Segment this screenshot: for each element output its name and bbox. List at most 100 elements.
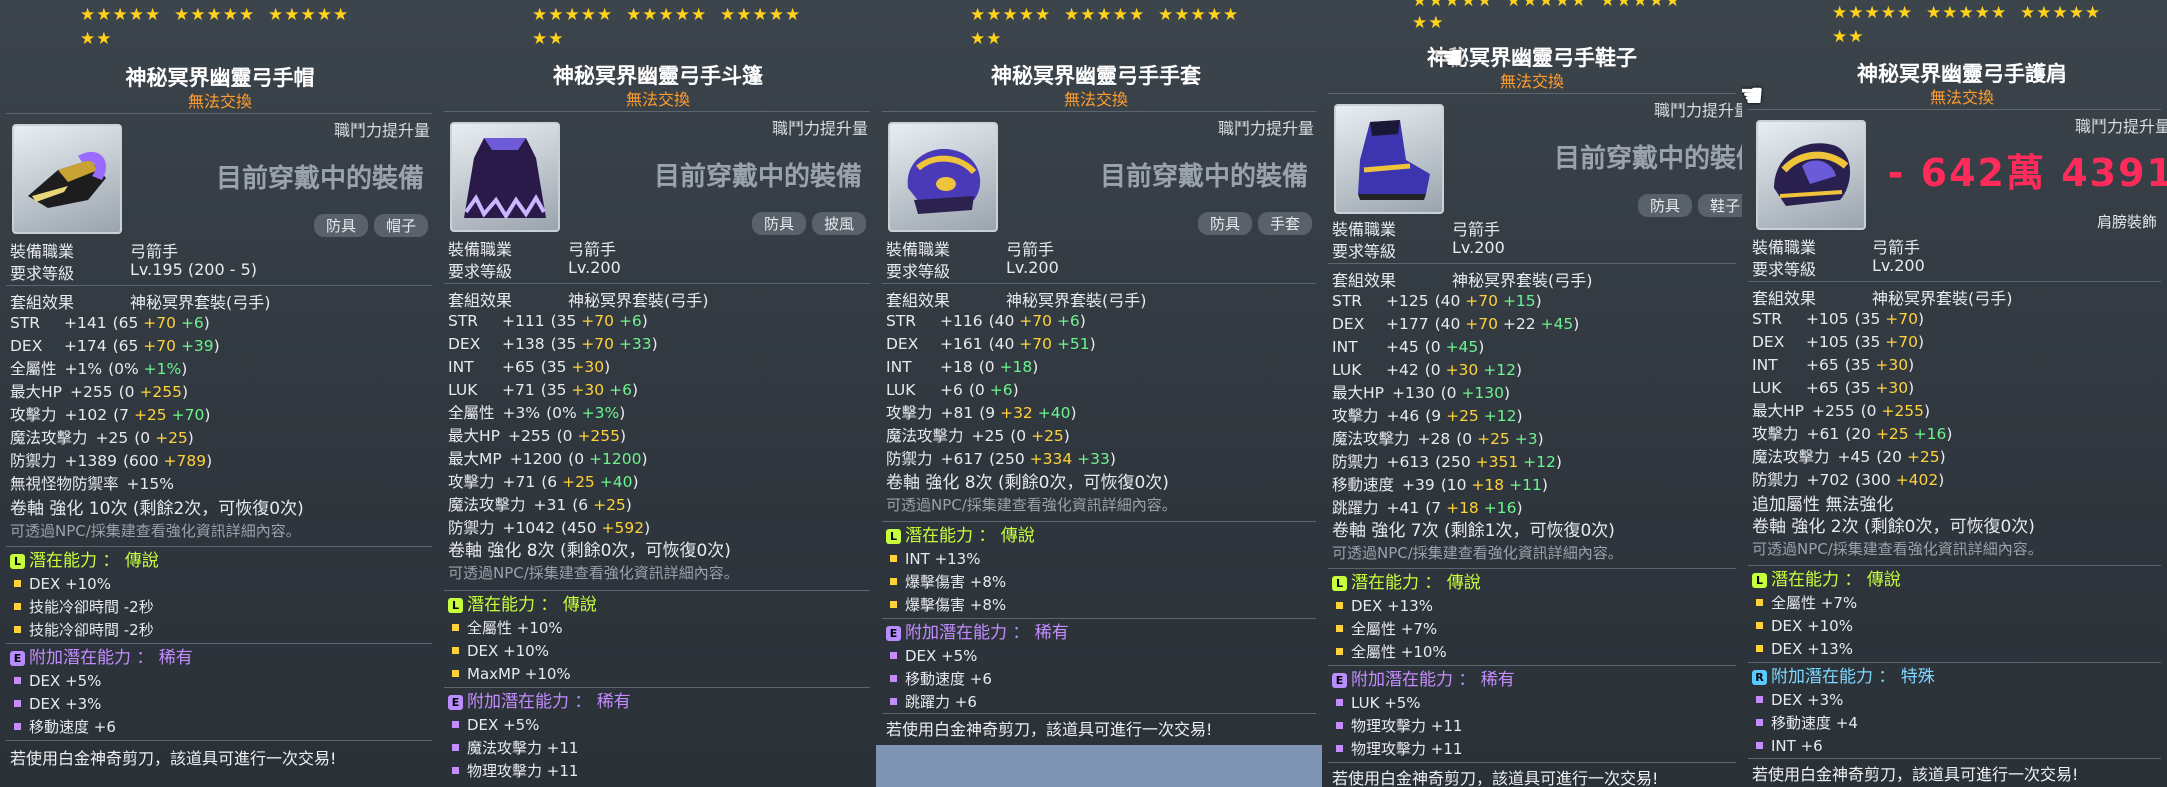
stat-starforce: +3 bbox=[1514, 430, 1538, 448]
untradable-label: 無法交換 bbox=[1499, 72, 1564, 91]
level-row: 要求等級 Lv.200 bbox=[1752, 256, 1925, 279]
stat-starforce: +51 bbox=[1056, 335, 1090, 353]
bullet-icon bbox=[1336, 648, 1343, 655]
stat-total: +161 bbox=[940, 335, 983, 353]
potential-text: DEX +5% bbox=[29, 672, 102, 690]
bonus-potential-header: R 附加潛在能力 ： 特殊 bbox=[1752, 666, 2159, 689]
stat-total: +105 bbox=[1806, 333, 1849, 351]
stat-row: 魔法攻擊力 +28 (0 +25 +3) bbox=[1332, 428, 1734, 451]
bullet-icon bbox=[1336, 699, 1343, 706]
stat-row: 最大HP +130 (0 +130) bbox=[1332, 382, 1734, 405]
stat-close: ) bbox=[1918, 333, 1925, 351]
bonus-potential-line: LUK +5% bbox=[1332, 692, 1734, 715]
bonus-potential-line: DEX +3% bbox=[10, 693, 430, 716]
currently-equipped-label: 目前穿戴中的裝備 bbox=[1553, 144, 1743, 174]
stat-name: 魔法攻擊力 bbox=[448, 496, 526, 514]
stat-close: ) bbox=[204, 406, 211, 424]
potential-text: 物理攻擊力 +11 bbox=[1351, 717, 1463, 735]
combat-power-label: 職鬥力提升量 bbox=[333, 121, 430, 140]
stat-flame: +25 bbox=[1906, 448, 1940, 466]
bonus-potential-lines: DEX +5% 魔法攻擊力 +11 物理攻擊力 +11 bbox=[448, 714, 868, 783]
stat-starforce: +1200 bbox=[589, 450, 642, 468]
stat-starforce: +39 bbox=[180, 337, 214, 355]
stat-starforce: +40 bbox=[599, 473, 633, 491]
bullet-icon bbox=[1756, 719, 1763, 726]
stat-total: +15% bbox=[126, 475, 174, 493]
stat-name: 移動速度 bbox=[1332, 476, 1395, 494]
stat-total: +18 bbox=[940, 358, 973, 376]
star-force-row: ★★★★★ ★★★★★ ★★★★★ bbox=[80, 5, 350, 25]
bullet-icon bbox=[1756, 696, 1763, 703]
npc-hint: 可透過NPC/採集建查看強化資訊詳細內容。 bbox=[1752, 540, 2043, 558]
potential-text: 技能冷卻時間 -2秒 bbox=[29, 598, 154, 616]
stat-flame: +70 bbox=[1885, 333, 1918, 351]
stat-base: (0 bbox=[1010, 427, 1032, 445]
potential-lines: 全屬性 +7% DEX +10% DEX +13% bbox=[1752, 592, 2159, 661]
bonus-potential-line: 物理攻擊力 +11 bbox=[1332, 715, 1734, 738]
stat-total: +702 bbox=[1806, 471, 1850, 489]
stat-starforce: +16 bbox=[1913, 425, 1947, 443]
stat-base: (7 bbox=[1425, 499, 1447, 517]
divider bbox=[1748, 662, 2161, 663]
tag-slot: 鞋子 bbox=[1697, 194, 1742, 217]
scroll-upgrade: 卷軸 強化 7次 (剩餘1次，可恢復0次) bbox=[1332, 521, 1615, 541]
stat-starforce: +40 bbox=[1037, 404, 1071, 422]
bonus-potential-line: 移動速度 +6 bbox=[10, 716, 430, 739]
tooltip-cape: ★★★★★ ★★★★★ ★★★★★ ★★ 神秘冥界幽靈弓手斗篷 無法交換 職鬥力… bbox=[438, 0, 877, 787]
stat-total: +42 bbox=[1386, 361, 1419, 379]
stat-name: STR bbox=[1752, 310, 1783, 328]
scroll-upgrade: 卷軸 強化 10次 (剩餘2次，可恢復0次) bbox=[10, 499, 304, 519]
category-tags: 防具 手套 bbox=[1197, 212, 1312, 235]
platinum-scissors-note: 若使用白金神奇剪刀，該道具可進行一次交易! bbox=[1332, 769, 1659, 787]
potential-text: 物理攻擊力 +11 bbox=[467, 762, 579, 780]
stat-flame: +70 bbox=[581, 335, 614, 353]
potential-line: DEX +10% bbox=[1752, 615, 2159, 638]
job-row: 裝備職業 弓箭手 bbox=[1332, 220, 1501, 239]
tooltip-gloves: ★★★★★ ★★★★★ ★★★★★ ★★ 神秘冥界幽靈弓手手套 無法交換 職鬥力… bbox=[876, 0, 1323, 787]
stat-name: STR bbox=[10, 314, 41, 332]
tooltip-hat: ★★★★★ ★★★★★ ★★★★★ ★★ 神秘冥界幽靈弓手帽 無法交換 職鬥力提… bbox=[0, 0, 439, 787]
stat-row: 魔法攻擊力 +31 (6 +25) bbox=[448, 494, 868, 517]
stat-base: (300 bbox=[1855, 471, 1896, 489]
stat-total: +31 bbox=[533, 496, 567, 514]
set-row: 套組效果 神秘冥界套裝(弓手) bbox=[1332, 271, 1593, 290]
stat-name: 攻擊力 bbox=[1332, 407, 1379, 425]
currently-equipped-label: 目前穿戴中的裝備 bbox=[1099, 162, 1308, 192]
stat-base: (0 bbox=[134, 429, 156, 447]
tag-armor: 防具 bbox=[751, 212, 806, 235]
stat-name: INT bbox=[1332, 338, 1358, 356]
stat-close: ) bbox=[1908, 356, 1915, 374]
stat-name: DEX bbox=[1752, 333, 1785, 351]
stat-flame: +70 bbox=[143, 337, 176, 355]
divider bbox=[882, 713, 1316, 714]
potential-line: 爆擊傷害 +8% bbox=[886, 571, 1314, 594]
stat-close: ) bbox=[1918, 310, 1925, 328]
stat-flame: +25 bbox=[1875, 425, 1909, 443]
stat-row: 防禦力 +702 (300 +402) bbox=[1752, 469, 2159, 492]
potential-text: DEX +10% bbox=[29, 575, 111, 593]
stat-base: (0% bbox=[108, 360, 144, 378]
stat-starforce: +6 bbox=[618, 312, 642, 330]
stat-close: ) bbox=[1515, 361, 1522, 379]
set-row: 套組效果 神秘冥界套裝(弓手) bbox=[448, 291, 709, 310]
stat-flame: +70 bbox=[581, 312, 614, 330]
damage-number: - 642萬 4391 bbox=[1887, 151, 2167, 195]
potential-line: DEX +10% bbox=[448, 640, 868, 663]
stat-name: 全屬性 bbox=[10, 360, 57, 378]
stat-close: ) bbox=[1573, 315, 1580, 333]
stat-base: (65 bbox=[112, 337, 144, 355]
stat-starforce: +33 bbox=[1077, 450, 1110, 468]
bullet-icon bbox=[14, 626, 21, 633]
item-icon-shoes bbox=[1334, 104, 1444, 214]
divider bbox=[1328, 665, 1736, 666]
stat-name: DEX bbox=[10, 337, 43, 355]
stat-name: 魔法攻擊力 bbox=[886, 427, 964, 445]
stat-name: 防禦力 bbox=[886, 450, 933, 468]
stat-total: +41 bbox=[1386, 499, 1420, 517]
stat-starforce: +15 bbox=[1502, 292, 1536, 310]
stat-base: (40 bbox=[988, 335, 1020, 353]
stat-name: 攻擊力 bbox=[886, 404, 933, 422]
potential-line: 全屬性 +7% bbox=[1332, 618, 1734, 641]
divider bbox=[1328, 263, 1736, 264]
stat-total: +255 bbox=[70, 383, 113, 401]
